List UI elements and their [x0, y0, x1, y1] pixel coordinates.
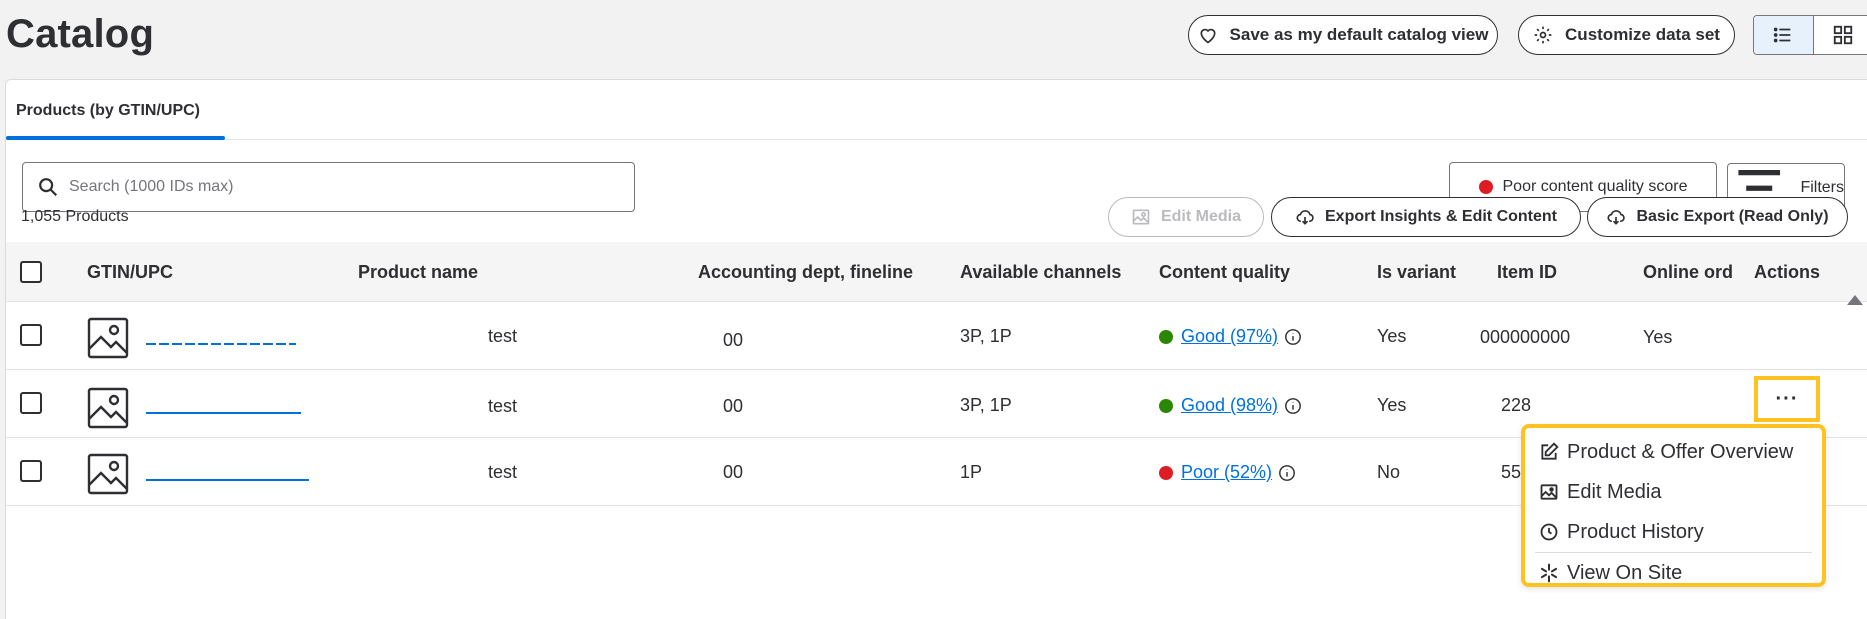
column-online-ord[interactable]: Online ord — [1643, 262, 1733, 283]
row-actions-button[interactable]: ··· — [1754, 376, 1820, 422]
filters-label: Filters — [1800, 179, 1844, 196]
scroll-up-arrow[interactable] — [1847, 295, 1863, 305]
save-default-view-label: Save as my default catalog view — [1229, 25, 1489, 44]
product-count: 1,055 Products — [21, 208, 129, 225]
save-default-view-button[interactable]: Save as my default catalog view — [1188, 15, 1498, 55]
row-checkbox[interactable] — [20, 460, 42, 482]
list-view-button[interactable] — [1754, 16, 1814, 54]
menu-item-edit-media[interactable]: Edit Media — [1525, 472, 1822, 512]
menu-item-view-on-site[interactable]: View On Site — [1525, 553, 1822, 593]
menu-item-label: Edit Media — [1567, 480, 1662, 503]
content-quality: Good (98%) — [1159, 395, 1302, 416]
search-input[interactable] — [69, 178, 609, 196]
column-actions: Actions — [1754, 262, 1821, 282]
good-status-dot — [1159, 330, 1173, 345]
customize-data-set-button[interactable]: Customize data set — [1518, 15, 1735, 55]
table-row: test 00 3P, 1P Good (97%) Yes 000000000 … — [6, 302, 1867, 370]
image-icon — [1540, 484, 1558, 500]
gear-icon — [1534, 26, 1552, 44]
product-name: test — [488, 462, 518, 482]
basic-export-button[interactable]: Basic Export (Read Only) — [1587, 197, 1848, 237]
gtin-link[interactable] — [146, 343, 296, 345]
grid-view-button[interactable] — [1814, 16, 1867, 54]
item-id: 228 — [1501, 395, 1532, 415]
gtin-link[interactable] — [146, 412, 301, 414]
search-icon — [39, 178, 58, 197]
column-content-quality[interactable]: Content quality — [1159, 262, 1290, 283]
poor-status-dot — [1478, 180, 1493, 194]
list-icon — [1774, 27, 1791, 43]
good-status-dot — [1159, 399, 1173, 414]
basic-export-label: Basic Export (Read Only) — [1636, 208, 1829, 225]
content-quality-link[interactable]: Good (97%) — [1181, 326, 1278, 346]
available-channels: 3P, 1P — [960, 326, 1012, 346]
customize-data-set-label: Customize data set — [1565, 25, 1720, 44]
accounting-dept: 00 — [723, 462, 744, 482]
content-quality-link[interactable]: Poor (52%) — [1181, 462, 1272, 482]
image-placeholder-icon — [87, 387, 129, 429]
column-product-name[interactable]: Product name — [358, 262, 478, 283]
spark-icon — [1540, 563, 1558, 583]
content-quality: Good (97%) — [1159, 326, 1302, 347]
row-checkbox[interactable] — [20, 324, 42, 346]
column-accounting-dept[interactable]: Accounting dept, fineline — [698, 262, 913, 283]
view-toggle — [1753, 15, 1867, 55]
available-channels: 3P, 1P — [960, 395, 1012, 415]
page-title: Catalog — [6, 12, 155, 56]
content-quality: Poor (52%) — [1159, 462, 1296, 483]
column-available-channels[interactable]: Available channels — [960, 262, 1121, 283]
column-item-id[interactable]: Item ID — [1497, 262, 1557, 283]
info-icon[interactable] — [1278, 464, 1296, 482]
tab-divider — [6, 139, 1867, 140]
content-quality-link[interactable]: Good (98%) — [1181, 395, 1278, 415]
product-name: test — [488, 396, 518, 416]
row-checkbox[interactable] — [20, 392, 42, 414]
select-all-checkbox[interactable] — [20, 261, 42, 283]
edit-icon — [1541, 442, 1559, 460]
menu-item-label: Product History — [1567, 520, 1704, 543]
image-placeholder-icon — [87, 317, 129, 359]
actions-menu: Product & Offer Overview Edit Media Prod… — [1521, 424, 1826, 587]
export-insights-button[interactable]: Export Insights & Edit Content — [1271, 197, 1581, 237]
poor-quality-filter-label: Poor content quality score — [1502, 178, 1688, 195]
column-gtin[interactable]: GTIN/UPC — [87, 262, 173, 283]
edit-media-button[interactable]: Edit Media — [1108, 197, 1264, 237]
accounting-dept: 00 — [723, 396, 744, 416]
is-variant: Yes — [1377, 326, 1407, 346]
search-box — [22, 162, 635, 212]
menu-item-label: View On Site — [1567, 561, 1683, 584]
grid-icon — [1833, 25, 1852, 45]
heart-icon — [1200, 28, 1216, 44]
export-insights-label: Export Insights & Edit Content — [1325, 208, 1557, 225]
menu-item-product-history[interactable]: Product History — [1525, 512, 1822, 552]
is-variant: No — [1377, 462, 1401, 482]
menu-item-label: Product & Offer Overview — [1567, 440, 1794, 463]
poor-status-dot — [1159, 466, 1173, 481]
image-icon — [1132, 209, 1150, 225]
clock-icon — [1540, 523, 1558, 541]
gtin-link[interactable] — [146, 479, 309, 481]
item-id: 000000000 — [1480, 327, 1571, 347]
tab-products-by-gtin[interactable]: Products (by GTIN/UPC) — [16, 102, 200, 120]
cloud-download-icon — [1607, 210, 1626, 225]
table-header: GTIN/UPC Product name Accounting dept, f… — [6, 242, 1867, 302]
available-channels: 1P — [960, 462, 983, 482]
image-placeholder-icon — [87, 453, 129, 495]
product-name: test — [488, 326, 518, 346]
cloud-download-icon — [1296, 210, 1314, 225]
info-icon[interactable] — [1284, 397, 1302, 415]
edit-media-label: Edit Media — [1160, 208, 1241, 225]
online-ord: Yes — [1643, 327, 1673, 347]
menu-item-product-offer-overview[interactable]: Product & Offer Overview — [1525, 432, 1822, 472]
active-tab-indicator — [6, 136, 225, 140]
info-icon[interactable] — [1284, 328, 1302, 346]
column-is-variant[interactable]: Is variant — [1377, 262, 1456, 283]
accounting-dept: 00 — [723, 330, 744, 350]
is-variant: Yes — [1377, 395, 1407, 415]
